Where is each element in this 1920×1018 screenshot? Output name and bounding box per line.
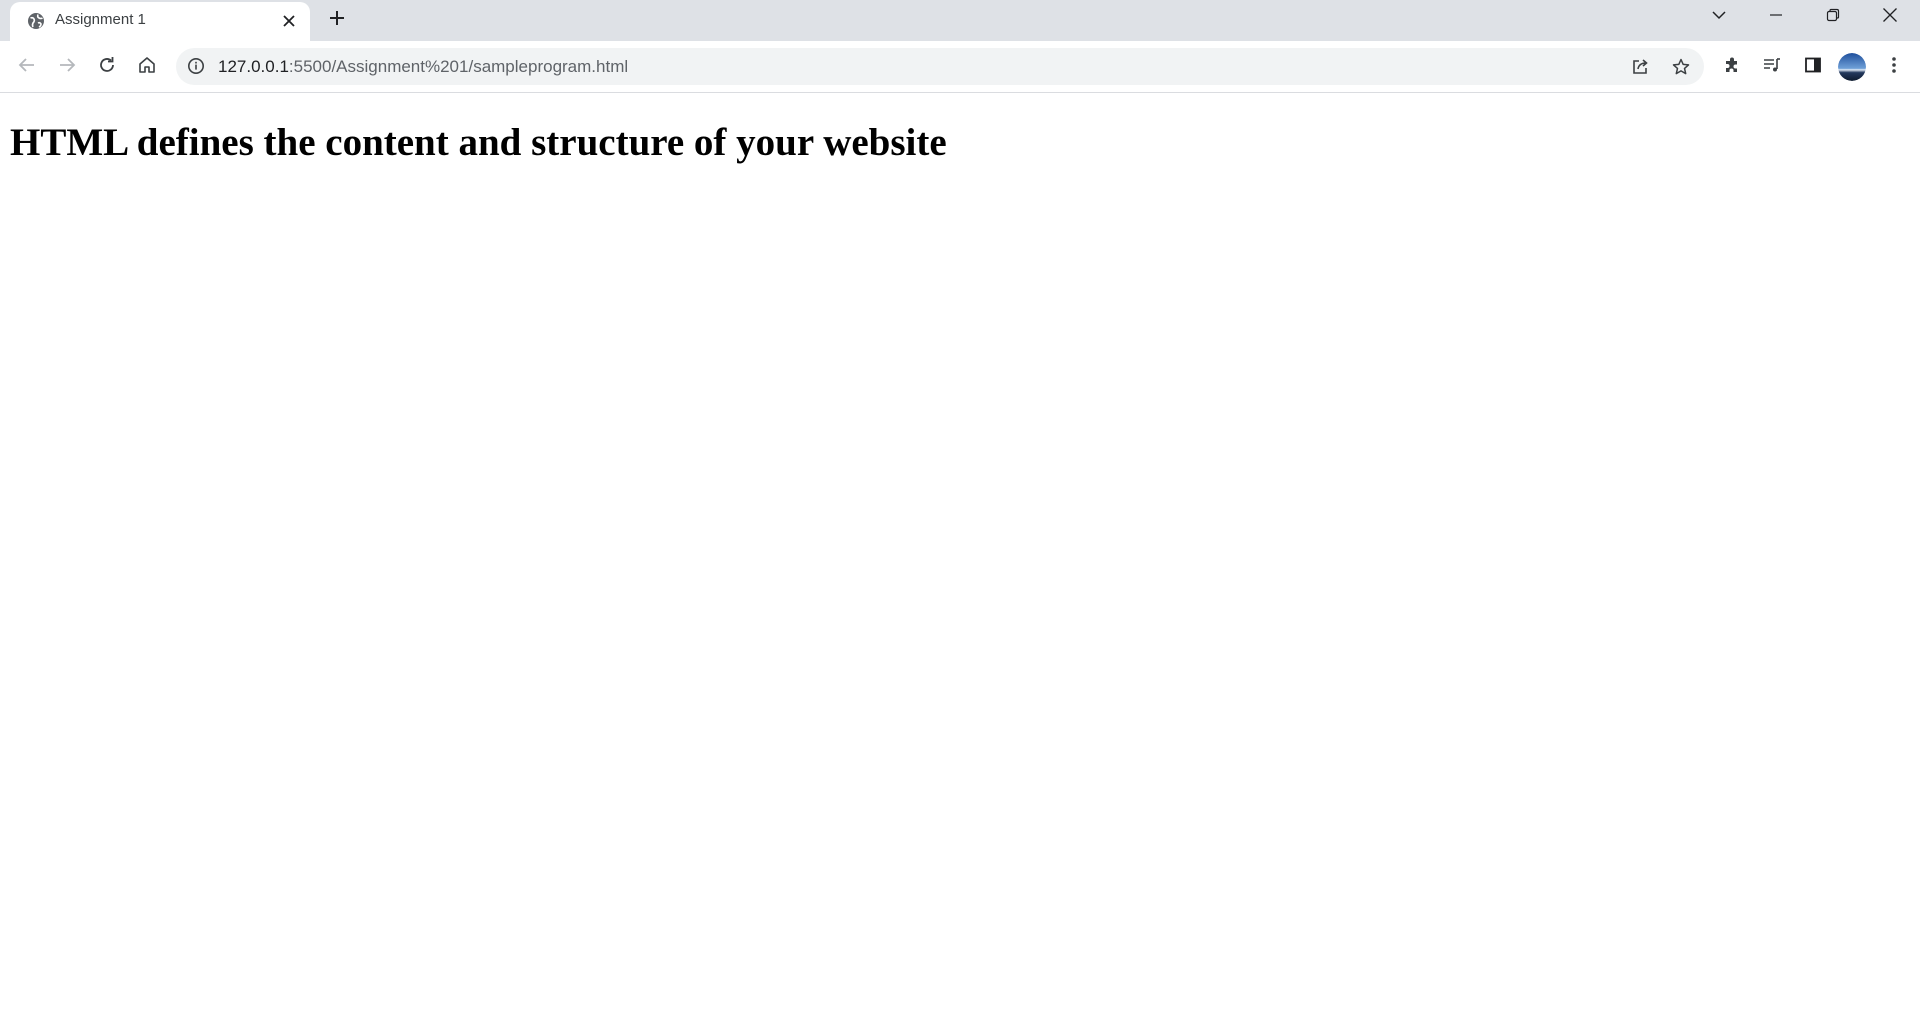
window-close-button[interactable] [1867, 0, 1913, 34]
queue-music-icon [1762, 55, 1782, 80]
reload-button[interactable] [89, 49, 125, 85]
url-path: :5500/Assignment%201/sampleprogram.html [288, 57, 629, 76]
restore-icon [1826, 8, 1840, 27]
extensions-button[interactable] [1714, 49, 1750, 85]
minimize-icon [1769, 8, 1783, 27]
restore-button[interactable] [1810, 0, 1856, 34]
star-icon[interactable] [1664, 50, 1698, 84]
side-panel-icon [1803, 55, 1823, 80]
tab-title: Assignment 1 [55, 11, 146, 28]
kebab-menu-icon [1891, 55, 1897, 80]
avatar[interactable] [1838, 53, 1866, 81]
media-controls-button[interactable] [1754, 49, 1790, 85]
minimize-button[interactable] [1753, 0, 1799, 34]
plus-icon [328, 9, 346, 32]
home-icon [137, 55, 157, 80]
page-content: HTML defines the content and structure o… [0, 93, 1920, 1018]
side-panel-button[interactable] [1795, 49, 1831, 85]
chevron-down-icon [1711, 7, 1727, 28]
globe-icon [26, 11, 46, 31]
reload-icon [97, 55, 117, 80]
toolbar: 127.0.0.1:5500/Assignment%201/sampleprog… [0, 41, 1920, 93]
puzzle-icon [1722, 55, 1742, 80]
home-button[interactable] [129, 49, 165, 85]
menu-button[interactable] [1874, 49, 1914, 85]
page-heading: HTML defines the content and structure o… [10, 121, 947, 164]
close-icon[interactable] [278, 10, 300, 32]
new-tab-button[interactable] [323, 6, 351, 34]
tab-strip: Assignment 1 [0, 0, 1920, 41]
url-host: 127.0.0.1 [218, 57, 289, 76]
tab-assignment-1[interactable]: Assignment 1 [10, 2, 310, 41]
arrow-right-icon [57, 55, 77, 80]
browser-window: Assignment 1 127.0.0.1:5500/Assignment%2… [0, 0, 1920, 1018]
back-button[interactable] [9, 49, 45, 85]
forward-button[interactable] [49, 49, 85, 85]
close-icon [1882, 7, 1898, 28]
tab-search-button[interactable] [1696, 0, 1742, 34]
info-icon[interactable] [186, 56, 206, 76]
url-text[interactable]: 127.0.0.1:5500/Assignment%201/sampleprog… [218, 48, 628, 85]
address-bar[interactable]: 127.0.0.1:5500/Assignment%201/sampleprog… [176, 48, 1704, 85]
arrow-left-icon [17, 55, 37, 80]
share-icon[interactable] [1623, 50, 1657, 84]
